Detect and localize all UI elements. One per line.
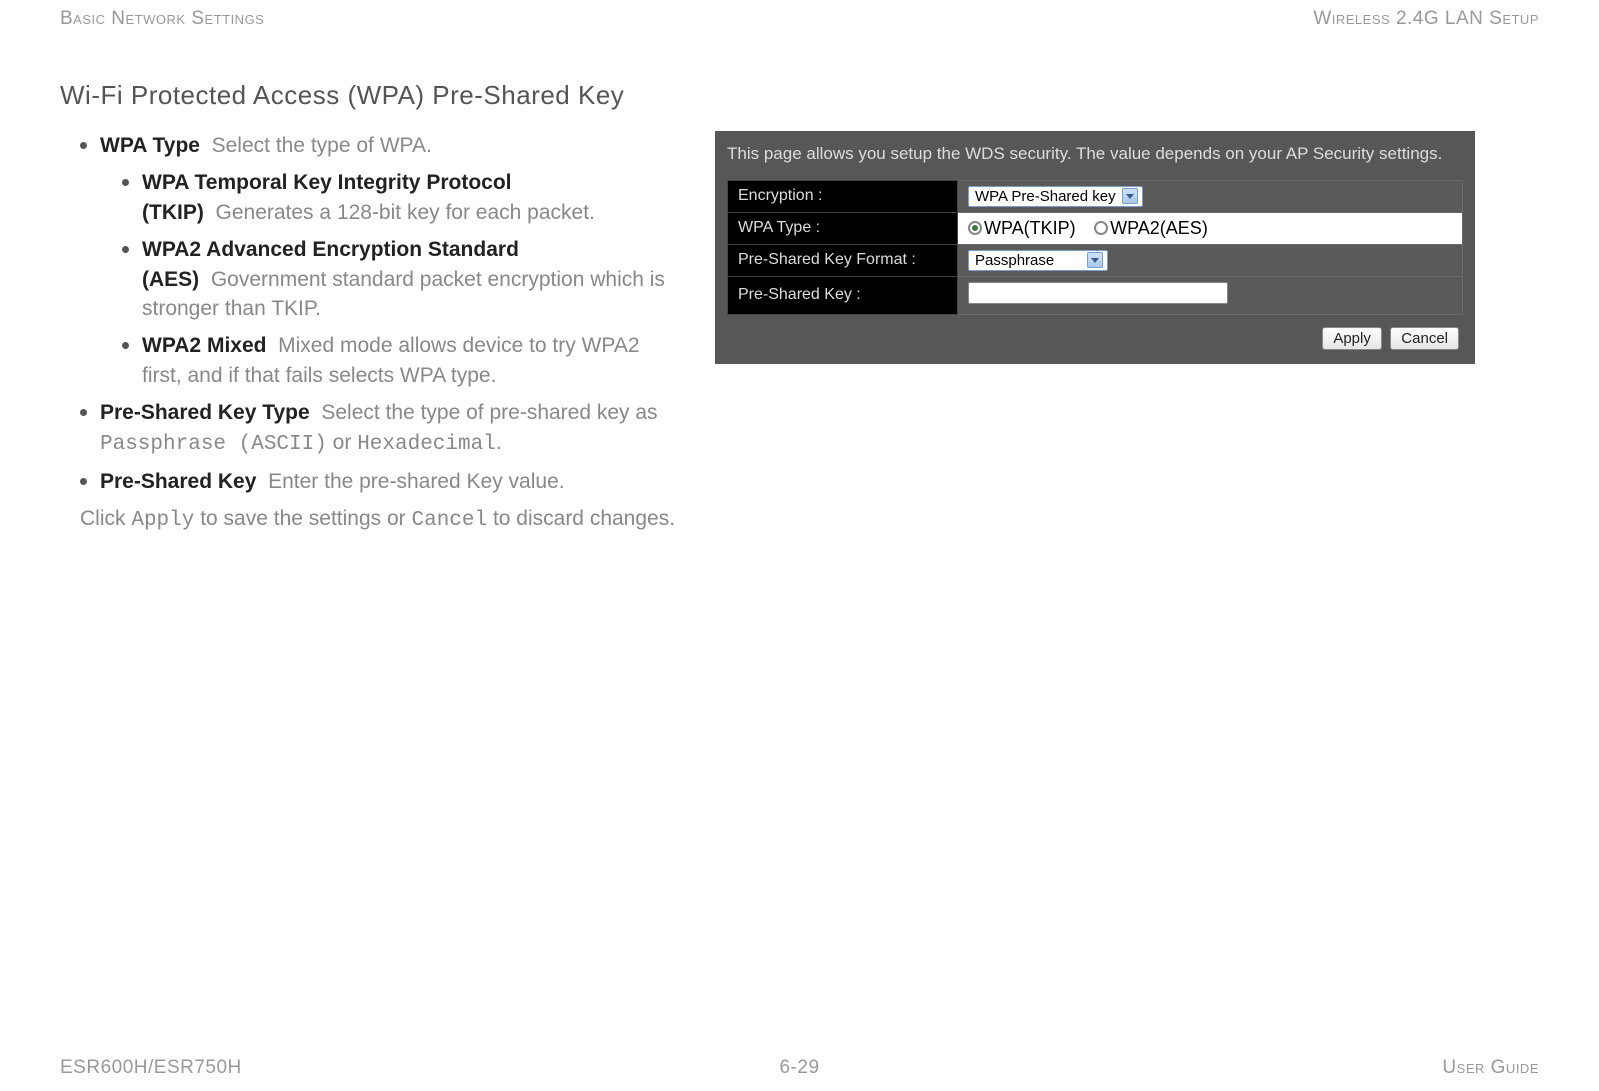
term-wpa-type: WPA Type bbox=[100, 134, 200, 157]
psk-type-opt2: Hexadecimal bbox=[357, 433, 496, 456]
item-wpa-type: WPA Type Select the type of WPA. WPA Tem… bbox=[80, 131, 685, 390]
config-panel: This page allows you setup the WDS secur… bbox=[715, 131, 1475, 364]
value-encryption: WPA Pre-Shared key bbox=[958, 180, 1463, 212]
section-title: Wi-Fi Protected Access (WPA) Pre-Shared … bbox=[60, 80, 1539, 111]
content-row: WPA Type Select the type of WPA. WPA Tem… bbox=[60, 131, 1539, 536]
psk-input[interactable] bbox=[968, 282, 1228, 304]
after-mid: to save the settings or bbox=[194, 507, 411, 530]
desc-psk-type-mid: or bbox=[327, 431, 357, 454]
radio-wpa2-aes[interactable] bbox=[1094, 221, 1108, 235]
panel-intro: This page allows you setup the WDS secur… bbox=[727, 143, 1463, 166]
after-post: to discard changes. bbox=[487, 507, 675, 530]
sub-list: WPA Temporal Key Integrity Protocol (TKI… bbox=[100, 168, 685, 390]
radio-wpa-tkip[interactable] bbox=[968, 221, 982, 235]
psk-format-select[interactable]: Passphrase bbox=[968, 250, 1108, 271]
desc-wpa-type: Select the type of WPA. bbox=[212, 134, 432, 157]
row-psk: Pre-Shared Key : bbox=[728, 276, 1463, 314]
value-psk-format: Passphrase bbox=[958, 244, 1463, 276]
value-psk bbox=[958, 276, 1463, 314]
apply-button[interactable]: Apply bbox=[1322, 327, 1382, 350]
chevron-down-icon bbox=[1087, 252, 1103, 268]
term-mixed: WPA2 Mixed bbox=[142, 334, 266, 357]
after-cancel: Cancel bbox=[411, 509, 487, 532]
item-psk: Pre-Shared Key Enter the pre-shared Key … bbox=[80, 467, 685, 496]
row-psk-format: Pre-Shared Key Format : Passphrase bbox=[728, 244, 1463, 276]
term-psk-type: Pre-Shared Key Type bbox=[100, 401, 310, 424]
after-apply: Apply bbox=[131, 509, 194, 532]
page-footer: ESR600H/ESR750H 6-29 User Guide bbox=[60, 1057, 1539, 1079]
description-column: WPA Type Select the type of WPA. WPA Tem… bbox=[60, 131, 685, 536]
row-encryption: Encryption : WPA Pre-Shared key bbox=[728, 180, 1463, 212]
after-list-text: Click Apply to save the settings or Canc… bbox=[60, 504, 685, 535]
label-encryption: Encryption : bbox=[728, 180, 958, 212]
after-pre: Click bbox=[80, 507, 131, 530]
config-table: Encryption : WPA Pre-Shared key WPA Type… bbox=[727, 180, 1463, 315]
desc-tkip: Generates a 128-bit key for each packet. bbox=[216, 201, 595, 224]
header-left: Basic Network Settings bbox=[60, 8, 264, 30]
value-wpa-type: WPA(TKIP) WPA2(AES) bbox=[958, 212, 1463, 244]
radio-label-aes: WPA2(AES) bbox=[1110, 218, 1208, 238]
term-psk: Pre-Shared Key bbox=[100, 470, 256, 493]
label-psk-format: Pre-Shared Key Format : bbox=[728, 244, 958, 276]
desc-psk: Enter the pre-shared Key value. bbox=[268, 470, 565, 493]
encryption-select[interactable]: WPA Pre-Shared key bbox=[968, 186, 1143, 207]
encryption-select-text: WPA Pre-Shared key bbox=[975, 188, 1116, 205]
item-psk-type: Pre-Shared Key Type Select the type of p… bbox=[80, 398, 685, 459]
radio-label-tkip: WPA(TKIP) bbox=[984, 218, 1076, 238]
label-psk: Pre-Shared Key : bbox=[728, 276, 958, 314]
footer-right: User Guide bbox=[1442, 1057, 1539, 1079]
cancel-button[interactable]: Cancel bbox=[1390, 327, 1459, 350]
desc-psk-type-pre: Select the type of pre-shared key as bbox=[321, 401, 657, 424]
footer-center: 6-29 bbox=[779, 1057, 819, 1079]
psk-format-select-text: Passphrase bbox=[975, 252, 1054, 269]
row-wpa-type: WPA Type : WPA(TKIP) WPA2(AES) bbox=[728, 212, 1463, 244]
item-mixed: WPA2 Mixed Mixed mode allows device to t… bbox=[122, 331, 685, 390]
desc-aes: Government standard packet encryption wh… bbox=[142, 268, 665, 320]
label-wpa-type: WPA Type : bbox=[728, 212, 958, 244]
footer-left: ESR600H/ESR750H bbox=[60, 1057, 242, 1079]
feature-list: WPA Type Select the type of WPA. WPA Tem… bbox=[60, 131, 685, 496]
item-aes: WPA2 Advanced Encryption Standard (AES) … bbox=[122, 235, 685, 323]
desc-psk-type-suffix: . bbox=[496, 431, 502, 454]
psk-type-opt1: Passphrase (ASCII) bbox=[100, 433, 327, 456]
panel-button-row: Apply Cancel bbox=[727, 327, 1463, 350]
item-tkip: WPA Temporal Key Integrity Protocol (TKI… bbox=[122, 168, 685, 227]
page-header: Basic Network Settings Wireless 2.4G LAN… bbox=[60, 0, 1539, 30]
header-right: Wireless 2.4G LAN Setup bbox=[1313, 8, 1539, 30]
chevron-down-icon bbox=[1122, 188, 1138, 204]
